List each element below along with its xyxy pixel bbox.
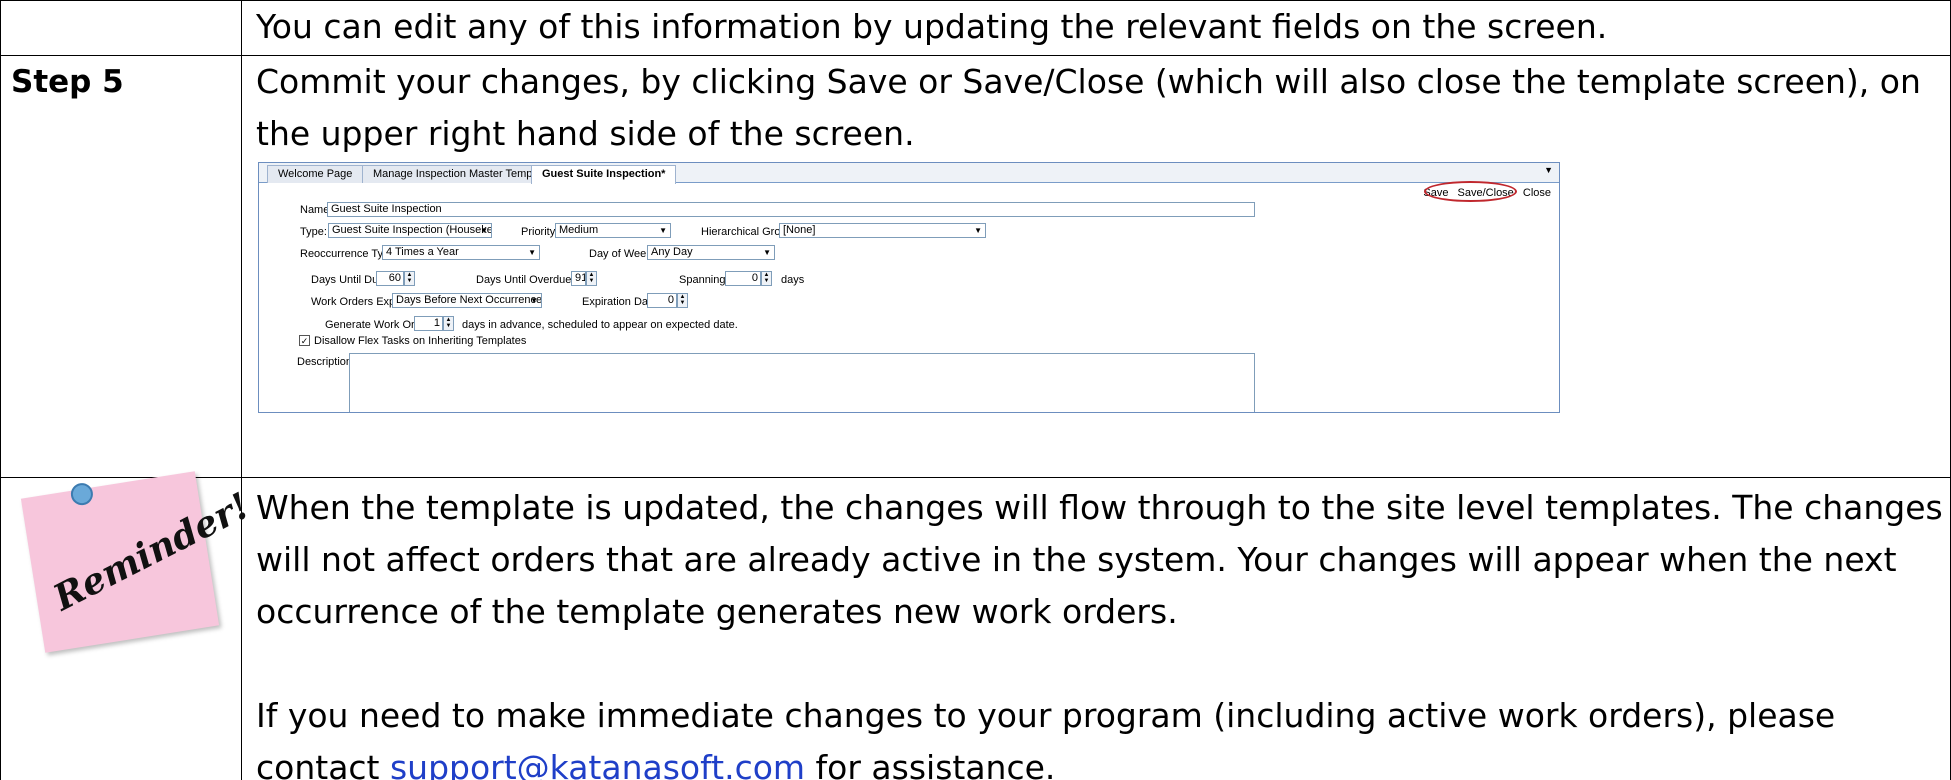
table-row: When the template is updated, the change… — [0, 477, 1951, 780]
priority-select[interactable]: Medium — [555, 223, 671, 238]
reminder-note-image: Reminder! — [20, 471, 256, 653]
hierarchical-group-select[interactable]: [None] — [779, 223, 986, 238]
days-until-overdue-spinner[interactable]: ▲ ▼ — [586, 271, 597, 286]
days-until-due-spinner[interactable]: ▲ ▼ — [404, 271, 415, 286]
generate-work-orders-spinner[interactable]: ▲ ▼ — [443, 316, 454, 331]
day-of-week-label: Day of Week: — [589, 248, 655, 260]
description-label: Description: — [297, 356, 356, 368]
chevron-down-icon[interactable]: ▼ — [1544, 165, 1553, 175]
highlight-ring — [1424, 181, 1517, 202]
spanning-label: Spanning: — [679, 274, 729, 286]
row1-label-cell — [0, 0, 242, 56]
spanning-input[interactable]: 0 — [725, 271, 761, 286]
disallow-flex-tasks-label: Disallow Flex Tasks on Inheriting Templa… — [314, 335, 527, 347]
days-until-overdue-input[interactable]: 91 — [571, 271, 586, 286]
tab-bar: Welcome Page Manage Inspection Master Te… — [259, 163, 1559, 184]
close-button[interactable]: Close — [1523, 187, 1551, 199]
row2-text: Commit your changes, by clicking Save or… — [256, 62, 1921, 153]
reminder-paragraph-2: If you need to make immediate changes to… — [242, 690, 1950, 780]
work-orders-expire-select[interactable]: Days Before Next Occurrence — [392, 293, 542, 308]
template-editor-screenshot: Welcome Page Manage Inspection Master Te… — [258, 162, 1560, 413]
row2-label-cell: Step 5 — [0, 55, 242, 478]
type-select[interactable]: Guest Suite Inspection (Housekeeping) — [328, 223, 492, 238]
disallow-flex-tasks-checkbox[interactable]: ✓ — [299, 335, 310, 346]
days-until-due-input[interactable]: 60 — [376, 271, 404, 286]
expiration-days-input[interactable]: 0 — [647, 293, 677, 308]
priority-label: Priority: — [521, 226, 559, 238]
row1-text: You can edit any of this information by … — [256, 7, 1608, 46]
row1-content-cell: You can edit any of this information by … — [241, 0, 1951, 56]
day-of-week-select[interactable]: Any Day — [647, 245, 775, 260]
table-row: You can edit any of this information by … — [0, 0, 1951, 56]
expiration-days-spinner[interactable]: ▲ ▼ — [677, 293, 688, 308]
reminder-paragraph-1: When the template is updated, the change… — [256, 488, 1943, 631]
days-until-overdue-label: Days Until Overdue: — [476, 274, 575, 286]
tab-welcome-page[interactable]: Welcome Page — [267, 165, 364, 183]
reoccurrence-type-select[interactable]: 4 Times a Year — [382, 245, 540, 260]
description-textarea[interactable] — [349, 353, 1255, 412]
support-email-link[interactable]: support@katanasoft.com — [390, 748, 805, 780]
tab-guest-suite-inspection[interactable]: Guest Suite Inspection* — [531, 165, 677, 184]
row3-content-cell: When the template is updated, the change… — [241, 477, 1951, 780]
generate-work-orders-input[interactable]: 1 — [414, 316, 443, 331]
spanning-spinner[interactable]: ▲ ▼ — [761, 271, 772, 286]
generate-work-orders-suffix: days in advance, scheduled to appear on … — [462, 319, 738, 331]
type-label: Type: — [300, 226, 327, 238]
step-label: Step 5 — [11, 64, 124, 100]
name-field[interactable]: Guest Suite Inspection — [327, 202, 1255, 217]
spanning-unit: days — [781, 274, 805, 286]
